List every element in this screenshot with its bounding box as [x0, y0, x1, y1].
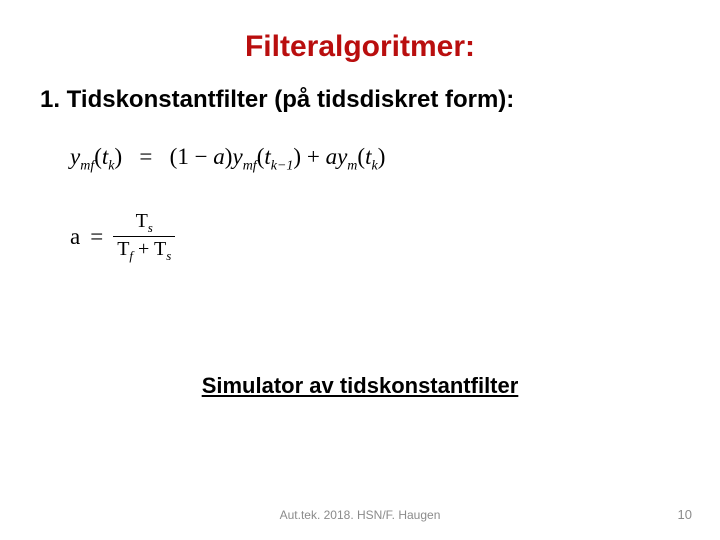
sym-plus2: + — [133, 238, 154, 260]
fraction-bar — [113, 236, 175, 237]
sym-a2: a — [326, 144, 338, 169]
sym-sub-mf2: mf — [243, 159, 257, 174]
sym-eq2: = — [90, 224, 103, 250]
sym-plus: + — [301, 144, 325, 169]
formula-coefficient: a = Ts Tf + Ts — [70, 211, 680, 263]
section-heading: 1. Tidskonstantfilter (på tidsdiskret fo… — [40, 86, 680, 114]
sym-sub-k2: k — [371, 159, 377, 174]
page-title: Filteralgoritmer: — [40, 30, 680, 64]
fraction-numerator: Ts — [132, 211, 157, 235]
sym-open: (1 − — [170, 144, 214, 169]
sym-y: y — [70, 144, 80, 169]
formula-block: ymf(tk) = (1 − a)ymf(tk−1) + aym(tk) a =… — [70, 144, 680, 263]
sym-y3: y — [337, 144, 347, 169]
sym-Ts: T — [154, 238, 166, 260]
formula-recursive: ymf(tk) = (1 − a)ymf(tk−1) + aym(tk) — [70, 144, 680, 175]
sym-eq: = — [139, 144, 152, 169]
sym-a: a — [213, 144, 225, 169]
sym-sub-s-n: s — [148, 220, 153, 235]
sym-sub-m: m — [347, 159, 357, 174]
fraction-denominator: Tf + Ts — [113, 239, 175, 263]
sym-a3: a — [70, 224, 80, 250]
page-number: 10 — [678, 507, 692, 522]
sym-Tf: T — [117, 238, 129, 260]
simulator-link[interactable]: Simulator av tidskonstantfilter — [40, 373, 680, 399]
sym-sub-mf: mf — [80, 159, 94, 174]
footer-text: Aut.tek. 2018. HSN/F. Haugen — [0, 508, 720, 522]
fraction: Ts Tf + Ts — [113, 211, 175, 263]
sym-y2: y — [232, 144, 242, 169]
sym-sub-s: s — [166, 248, 171, 263]
slide: Filteralgoritmer: 1. Tidskonstantfilter … — [0, 0, 720, 540]
sym-sub-k1: k−1 — [271, 159, 294, 174]
sym-Ts-n: T — [136, 210, 148, 232]
sym-sub-k: k — [108, 159, 114, 174]
